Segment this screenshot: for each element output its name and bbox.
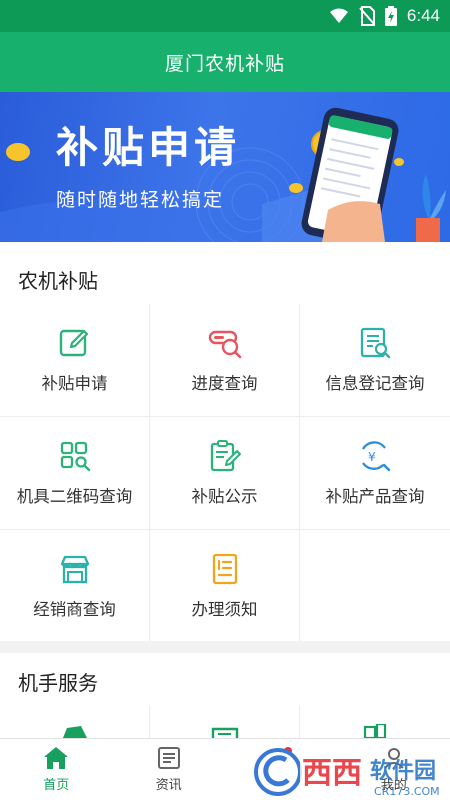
svg-text:西西: 西西	[302, 756, 362, 791]
progress-search-icon	[208, 330, 241, 359]
svg-text:CR173.COM: CR173.COM	[374, 785, 440, 798]
tag-search-icon: ¥	[361, 441, 391, 472]
svg-text:¥: ¥	[368, 450, 376, 464]
operator-grid	[0, 705, 450, 738]
grid-item-label: 办理须知	[191, 599, 258, 619]
news-icon	[157, 747, 180, 769]
tab-label: 资讯	[155, 778, 182, 793]
edit-icon	[59, 329, 88, 357]
phone-illustration	[301, 107, 399, 242]
page-title: 厦门农机补贴	[164, 52, 285, 75]
grid-item-label: 补贴公示	[191, 487, 258, 506]
grid-item-subsidy-product-query[interactable]: ¥ 补贴产品查询	[300, 417, 450, 529]
grid-item-label: 补贴申请	[41, 374, 108, 393]
store-icon	[60, 555, 89, 583]
notice-icon	[212, 553, 237, 584]
battery-charging-icon	[384, 6, 397, 26]
grid-item-label: 补贴产品查询	[325, 487, 425, 506]
status-bar: 6:44	[0, 0, 450, 32]
grid-item-label: 信息登记查询	[325, 374, 425, 393]
grid-item-info-registration-query[interactable]: 信息登记查询	[300, 304, 450, 416]
site-watermark-logo: 西西 软件园 CR173.COM	[254, 748, 440, 798]
subsidy-grid: 补贴申请 进度查询 信息登记查询 机具二维码查询 补贴公示 ¥ 补贴产品查询 经…	[0, 304, 450, 641]
grid-item-label: 进度查询	[191, 374, 258, 393]
grid-item-subsidy-apply[interactable]: 补贴申请	[0, 304, 149, 416]
tab-news[interactable]: 资讯	[113, 739, 226, 800]
tab-label: 首页	[43, 778, 70, 793]
operator-grid-item[interactable]	[0, 705, 149, 738]
no-sim-icon	[359, 6, 375, 26]
grid-item-dealer-query[interactable]: 经销商查询	[0, 530, 149, 641]
svg-text:软件园: 软件园	[370, 758, 436, 784]
banner-headline: 补贴申请	[56, 123, 241, 172]
status-time: 6:44	[406, 6, 440, 25]
grid-item-empty	[300, 530, 450, 641]
grid-item-label: 机具二维码查询	[16, 487, 133, 506]
home-icon	[44, 747, 69, 769]
app-bar: 厦门农机补贴	[0, 32, 450, 92]
service-icon	[363, 724, 387, 738]
section-title-operator: 机手服务	[18, 671, 98, 695]
qr-search-icon	[60, 441, 90, 472]
section-title-subsidy: 农机补贴	[18, 269, 98, 293]
grid-item-guidelines[interactable]: 办理须知	[150, 530, 299, 641]
banner-subline: 随时随地轻松搞定	[56, 189, 225, 211]
tab-home[interactable]: 首页	[0, 739, 113, 800]
operator-grid-item[interactable]	[150, 705, 299, 738]
grid-item-label: 经销商查询	[33, 599, 116, 619]
document-icon	[211, 727, 238, 738]
operator-grid-item[interactable]	[300, 705, 450, 738]
grid-item-subsidy-notice[interactable]: 补贴公示	[150, 417, 299, 529]
promo-banner[interactable]: 补贴申请 随时随地轻松搞定	[0, 92, 450, 242]
grid-item-progress-query[interactable]: 进度查询	[150, 304, 299, 416]
wifi-icon	[329, 8, 348, 23]
plant-illustration	[416, 174, 446, 242]
grid-item-qr-code-query[interactable]: 机具二维码查询	[0, 417, 149, 529]
document-search-icon	[360, 327, 391, 359]
tractor-icon	[62, 726, 87, 738]
clipboard-edit-icon	[210, 440, 241, 472]
